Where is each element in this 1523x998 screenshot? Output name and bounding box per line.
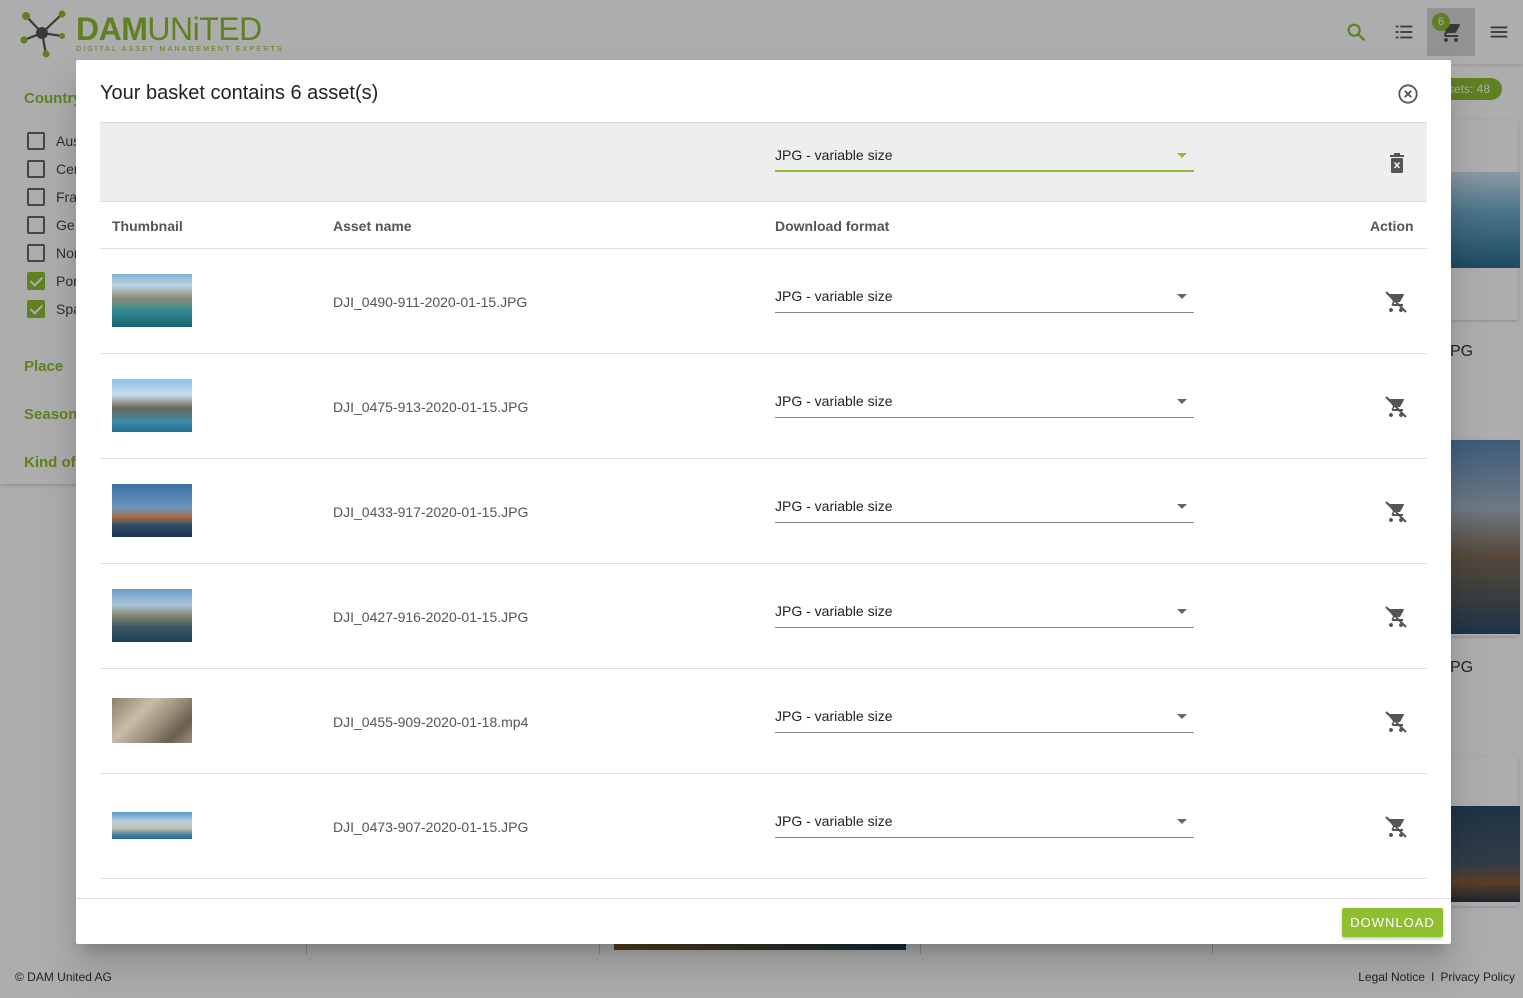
- column-header-thumbnail: Thumbnail: [112, 218, 183, 234]
- select-value: JPG - variable size: [775, 813, 893, 829]
- bulk-format-select[interactable]: JPG - variable size: [775, 136, 1194, 172]
- table-row: DJI_0475-913-2020-01-15.JPG JPG - variab…: [100, 354, 1427, 459]
- column-header-asset-name: Asset name: [333, 218, 412, 234]
- close-circle-icon: [1398, 84, 1418, 104]
- close-dialog-button[interactable]: [1395, 81, 1421, 107]
- remove-from-basket-button[interactable]: [1383, 289, 1409, 315]
- table-row: DJI_0433-917-2020-01-15.JPG JPG - variab…: [100, 459, 1427, 564]
- remove-from-basket-button[interactable]: [1383, 814, 1409, 840]
- download-format-select[interactable]: JPG - variable size: [775, 592, 1194, 628]
- download-format-select[interactable]: JPG - variable size: [775, 277, 1194, 313]
- basket-table-header: Thumbnail Asset name Download format Act…: [100, 202, 1427, 249]
- dropdown-arrow-icon: [1177, 714, 1187, 719]
- dropdown-arrow-icon: [1177, 819, 1187, 824]
- download-format-select[interactable]: JPG - variable size: [775, 802, 1194, 838]
- dropdown-arrow-icon: [1177, 609, 1187, 614]
- column-header-download-format: Download format: [775, 218, 890, 234]
- select-underline: [775, 312, 1194, 313]
- select-value: JPG - variable size: [775, 393, 893, 409]
- remove-shopping-cart-icon: [1385, 711, 1407, 733]
- trash-icon: [1390, 153, 1404, 173]
- asset-name: DJI_0490-911-2020-01-15.JPG: [333, 294, 528, 310]
- remove-from-basket-button[interactable]: [1383, 394, 1409, 420]
- asset-name: DJI_0455-909-2020-01-18.mp4: [333, 714, 529, 730]
- remove-from-basket-button[interactable]: [1383, 499, 1409, 525]
- download-format-select[interactable]: JPG - variable size: [775, 487, 1194, 523]
- select-underline: [775, 627, 1194, 628]
- remove-shopping-cart-icon: [1385, 606, 1407, 628]
- asset-thumbnail[interactable]: [112, 589, 192, 642]
- select-underline: [775, 522, 1194, 523]
- table-row: DJI_0455-909-2020-01-18.mp4 JPG - variab…: [100, 669, 1427, 774]
- dropdown-arrow-icon: [1177, 153, 1187, 158]
- select-value: JPG - variable size: [775, 288, 893, 304]
- table-row: DJI_0427-916-2020-01-15.JPG JPG - variab…: [100, 564, 1427, 669]
- select-underline: [775, 417, 1194, 418]
- asset-thumbnail[interactable]: [112, 379, 192, 432]
- select-value: JPG - variable size: [775, 708, 893, 724]
- clear-basket-button[interactable]: [1386, 151, 1408, 175]
- asset-thumbnail[interactable]: [112, 698, 192, 743]
- remove-shopping-cart-icon: [1385, 396, 1407, 418]
- dialog-title: Your basket contains 6 asset(s): [100, 82, 379, 104]
- asset-name: DJI_0473-907-2020-01-15.JPG: [333, 819, 529, 835]
- basket-dialog: Your basket contains 6 asset(s) JPG - va…: [76, 60, 1451, 944]
- dropdown-arrow-icon: [1177, 504, 1187, 509]
- table-row: DJI_0473-907-2020-01-15.JPG JPG - variab…: [100, 774, 1427, 879]
- bulk-actions-bar: JPG - variable size: [100, 122, 1427, 202]
- remove-shopping-cart-icon: [1385, 291, 1407, 313]
- asset-name: DJI_0427-916-2020-01-15.JPG: [333, 609, 529, 625]
- download-button[interactable]: DOWNLOAD: [1342, 908, 1443, 937]
- column-header-action: Action: [1370, 218, 1414, 234]
- table-row: DJI_0490-911-2020-01-15.JPG JPG - variab…: [100, 249, 1427, 354]
- select-value: JPG - variable size: [775, 147, 893, 163]
- asset-name: DJI_0433-917-2020-01-15.JPG: [333, 504, 529, 520]
- asset-thumbnail[interactable]: [112, 484, 192, 537]
- download-format-select[interactable]: JPG - variable size: [775, 697, 1194, 733]
- select-underline: [775, 732, 1194, 733]
- remove-from-basket-button[interactable]: [1383, 709, 1409, 735]
- remove-shopping-cart-icon: [1385, 816, 1407, 838]
- select-underline: [775, 837, 1194, 838]
- asset-thumbnail[interactable]: [112, 274, 192, 327]
- select-value: JPG - variable size: [775, 603, 893, 619]
- select-value: JPG - variable size: [775, 498, 893, 514]
- asset-name: DJI_0475-913-2020-01-15.JPG: [333, 399, 529, 415]
- dropdown-arrow-icon: [1177, 294, 1187, 299]
- remove-from-basket-button[interactable]: [1383, 604, 1409, 630]
- select-underline: [775, 170, 1194, 172]
- dialog-actions-divider: [76, 898, 1451, 899]
- dropdown-arrow-icon: [1177, 399, 1187, 404]
- download-format-select[interactable]: JPG - variable size: [775, 382, 1194, 418]
- remove-shopping-cart-icon: [1385, 501, 1407, 523]
- asset-thumbnail[interactable]: [112, 812, 192, 839]
